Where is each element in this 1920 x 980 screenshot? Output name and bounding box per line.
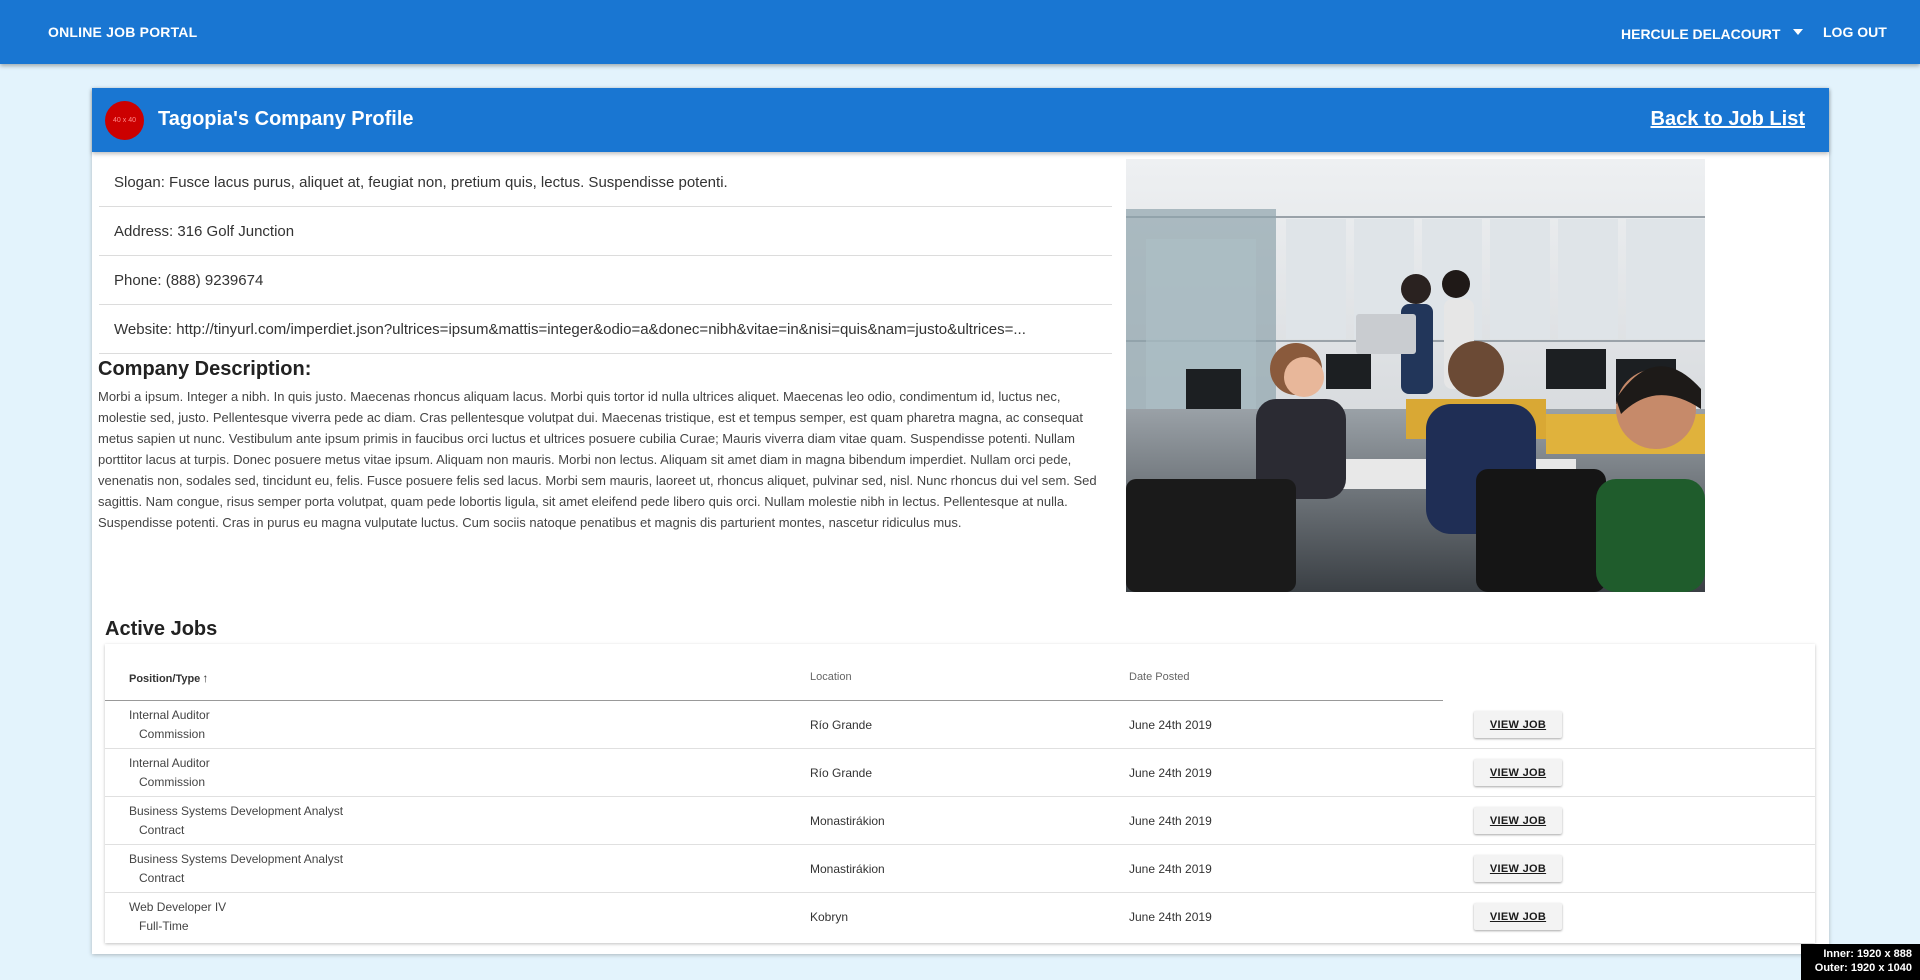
website-item: Website: http://tinyurl.com/imperdiet.js… xyxy=(99,305,1112,354)
job-date: June 24th 2019 xyxy=(1129,718,1212,732)
description-text: Morbi a ipsum. Integer a nibh. In quis j… xyxy=(98,389,1097,530)
phone-item: Phone: (888) 9239674 xyxy=(99,256,1112,305)
viewport-inner-size: Inner: 1920 x 888 xyxy=(1823,948,1912,960)
user-name: HERCULE DELACOURT xyxy=(1621,26,1781,42)
office-photo xyxy=(1126,159,1705,592)
view-job-button[interactable]: VIEW JOB xyxy=(1474,711,1562,738)
view-job-button[interactable]: VIEW JOB xyxy=(1474,807,1562,834)
job-date: June 24th 2019 xyxy=(1129,862,1212,876)
phone-text: Phone: (888) 9239674 xyxy=(114,271,264,289)
company-info-list: Slogan: Fusce lacus purus, aliquet at, f… xyxy=(99,158,1112,354)
job-type: Commission xyxy=(139,727,206,741)
job-location: Kobryn xyxy=(810,910,849,924)
address-item: Address: 316 Golf Junction xyxy=(99,207,1112,256)
active-jobs-heading: Active Jobs xyxy=(105,618,218,640)
viewport-size-badge: Inner: 1920 x 888 Outer: 1920 x 1040 xyxy=(1801,944,1920,980)
job-type: Commission xyxy=(139,775,206,789)
job-date: June 24th 2019 xyxy=(1129,910,1212,924)
user-menu[interactable]: HERCULE DELACOURT xyxy=(1621,26,1804,42)
description-heading: Company Description: xyxy=(98,358,312,380)
job-location: Monastirákion xyxy=(810,814,885,828)
job-location: Monastirákion xyxy=(810,862,885,876)
column-header-position[interactable]: Position/Type ↑ xyxy=(129,671,208,685)
view-job-button[interactable]: VIEW JOB xyxy=(1474,855,1562,882)
table-header-row: Position/Type ↑ Location Date Posted xyxy=(105,644,1443,701)
job-position: Business Systems Development Analyst xyxy=(129,804,344,818)
view-job-button[interactable]: VIEW JOB xyxy=(1474,903,1562,930)
job-type: Contract xyxy=(139,823,185,837)
company-profile-card: 40 x 40 Tagopia's Company Profile Back t… xyxy=(92,88,1829,954)
job-position: Internal Auditor xyxy=(129,708,210,722)
back-to-job-list-link[interactable]: Back to Job List xyxy=(1651,108,1805,131)
top-app-bar: ONLINE JOB PORTAL HERCULE DELACOURT LOG … xyxy=(0,0,1920,64)
app-brand[interactable]: ONLINE JOB PORTAL xyxy=(48,24,197,40)
column-header-location[interactable]: Location xyxy=(810,671,852,683)
view-job-button[interactable]: VIEW JOB xyxy=(1474,759,1562,786)
slogan-item: Slogan: Fusce lacus purus, aliquet at, f… xyxy=(99,158,1112,207)
arrow-up-icon: ↑ xyxy=(202,671,209,685)
job-position: Internal Auditor xyxy=(129,756,210,770)
job-position: Business Systems Development Analyst xyxy=(129,852,344,866)
job-date: June 24th 2019 xyxy=(1129,766,1212,780)
job-type: Contract xyxy=(139,871,185,885)
office-photo-illustration xyxy=(1126,159,1705,592)
job-type: Full-Time xyxy=(139,919,189,933)
column-header-date[interactable]: Date Posted xyxy=(1129,671,1190,683)
job-date: June 24th 2019 xyxy=(1129,814,1212,828)
table-row: Business Systems Development Analyst Con… xyxy=(105,797,1815,845)
card-header: 40 x 40 Tagopia's Company Profile Back t… xyxy=(92,88,1829,152)
website-text: Website: http://tinyurl.com/imperdiet.js… xyxy=(114,320,1026,338)
job-location: Río Grande xyxy=(810,766,873,780)
slogan-text: Slogan: Fusce lacus purus, aliquet at, f… xyxy=(114,173,728,191)
chevron-down-icon xyxy=(1793,29,1804,35)
jobs-table: Position/Type ↑ Location Date Posted Inte… xyxy=(105,644,1815,943)
company-avatar: 40 x 40 xyxy=(105,101,144,140)
table-row: Internal Auditor Commission Río Grande J… xyxy=(105,749,1815,797)
table-row: Internal Auditor Commission Río Grande J… xyxy=(105,701,1815,749)
page-title: Tagopia's Company Profile xyxy=(158,108,414,130)
job-location: Río Grande xyxy=(810,718,873,732)
column-header-position-label: Position/Type xyxy=(129,673,201,685)
table-row: Web Developer IV Full-Time Kobryn June 2… xyxy=(105,893,1815,941)
logout-button[interactable]: LOG OUT xyxy=(1823,24,1887,40)
address-text: Address: 316 Golf Junction xyxy=(114,222,295,240)
viewport-outer-size: Outer: 1920 x 1040 xyxy=(1814,962,1912,974)
table-row: Business Systems Development Analyst Con… xyxy=(105,845,1815,893)
job-position: Web Developer IV xyxy=(129,900,227,914)
